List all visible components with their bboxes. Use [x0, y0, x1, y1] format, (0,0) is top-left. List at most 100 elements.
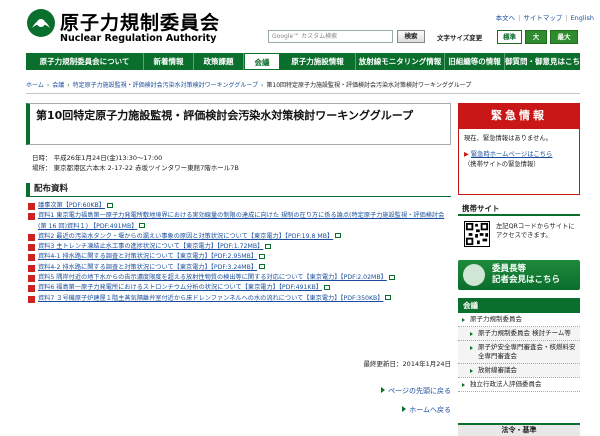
emergency-mobile-note: （携帯サイトの緊急情報） [464, 161, 540, 168]
pdf-icon [28, 295, 35, 303]
fontsize-large-button[interactable]: 大 [525, 30, 547, 44]
new-window-icon [259, 264, 266, 270]
doc-link[interactable]: 資料4-1 排水路に関する調査と対策状況について【東京電力】【PDF:2.95M… [38, 253, 257, 260]
new-window-icon [139, 223, 146, 229]
breadcrumb-home[interactable]: ホーム [26, 82, 44, 89]
back-to-home-link[interactable]: ホームへ戻る [402, 405, 451, 415]
pdf-icon [28, 254, 35, 262]
doc-link[interactable]: 議事次第【PDF:60KB】 [38, 202, 105, 209]
arrow-right-icon [381, 387, 386, 393]
nav-meetings[interactable]: 会議 [244, 53, 280, 70]
breadcrumb-current: 第10回特定原子力施設監視・評価検討会汚染水対策検討ワーキンググループ [266, 82, 472, 89]
banner-line-2: 記者会見はこちら [492, 275, 561, 285]
nav-news[interactable]: 新着情報 [144, 53, 194, 70]
new-window-icon [385, 295, 392, 301]
list-item: 資料2 最近の汚染水タンク・堰からの漏えい事象の原因と対策状況について【東京電力… [26, 232, 451, 242]
doc-link[interactable]: 資料3 主トレンチ凍結止水工事の進捗状況について【東京電力】【PDF:1.72M… [38, 243, 263, 250]
arrow-right-icon [402, 406, 407, 412]
list-item: 議事次第【PDF:60KB】 [26, 201, 451, 211]
pdf-icon [28, 275, 35, 283]
site-header: 原子力規制委員会 Nuclear Regulation Authority 本文… [0, 0, 600, 50]
laws-standards-title: 法令・基準 [458, 423, 580, 436]
menu-item-evaluation-committee[interactable]: 独立行政法人評価委員会 [458, 378, 580, 392]
back-to-top-link[interactable]: ページの先頭に戻る [381, 386, 451, 396]
main-content: 第10回特定原子力施設監視・評価検討会汚染水対策検討ワーキンググループ 日時： … [26, 103, 451, 414]
doc-link[interactable]: 資料5 隅岸付近の地下水からの告示濃度限度を超える放射性物質の検出等に関する対応… [38, 274, 387, 281]
nav-former-org[interactable]: 旧組織等の情報 [445, 53, 505, 70]
pdf-icon [28, 233, 35, 241]
breadcrumb-wg[interactable]: 特定原子力施設監視・評価検討会汚染水対策検討ワーキンググループ [73, 82, 258, 89]
emergency-title: 緊急情報 [458, 103, 580, 129]
list-item: 資料6 福島第一原子力発電所におけるストロンチウム分析の状況について【東京電力】… [26, 283, 451, 293]
new-window-icon [388, 274, 395, 280]
global-nav: 原子力規制委員会について 新着情報 政策課題 会議 原子力施設情報 放射線モニタ… [26, 53, 580, 70]
mobile-site-box: 左記QRコードからサイトにアクセスできます。 [458, 216, 580, 252]
new-window-icon [335, 233, 342, 239]
press-conference-banner[interactable]: 委員長等 記者会見はこちら [458, 260, 580, 290]
page-title: 第10回特定原子力施設監視・評価検討会汚染水対策検討ワーキンググループ [26, 103, 451, 145]
meetings-menu-title: 会議 [458, 298, 580, 313]
banner-line-1: 委員長等 [492, 264, 527, 274]
list-item: 資料4-1 排水路に関する調査と対策状況について【東京電力】【PDF:2.95M… [26, 252, 451, 262]
new-window-icon [106, 202, 113, 208]
menu-item-study-teams[interactable]: 原子力規制委員会 検討チーム等 [458, 327, 580, 341]
sidebar: 緊急情報 現在、緊急情報はありません。 ▶ 緊急時ホームページはこちら （携帯サ… [458, 103, 580, 392]
list-item: 資料3 主トレンチ凍結止水工事の進捗状況について【東京電力】【PDF:1.72M… [26, 242, 451, 252]
qr-code-icon [464, 221, 490, 247]
mobile-site-title: 携帯サイト [458, 203, 580, 216]
breadcrumb-meetings[interactable]: 会議 [52, 82, 64, 89]
document-list: 議事次第【PDF:60KB】 資料1 東京電力福島第一原子力発電所敷地境界におけ… [26, 201, 451, 304]
doc-link[interactable]: 資料7 ３号機原子炉建屋１階主蒸気隔離弁室付近から床ドレンファンネルへの水の流れ… [38, 295, 383, 302]
logo-title-en[interactable]: Nuclear Regulation Authority [60, 33, 216, 44]
nav-contact[interactable]: 御質問・御意見はこちらへ [505, 53, 580, 70]
list-item: 資料4-2 排水路に関する調査と対策状況について【東京電力】【PDF:3.24M… [26, 263, 451, 273]
top-links: 本文へ | サイトマップ | English [495, 14, 594, 22]
doc-link[interactable]: 資料1 東京電力福島第一原子力発電所敷地境界における実効線量の制限の達成に向けた… [38, 212, 444, 229]
new-window-icon [265, 243, 272, 249]
meeting-place: 場所： 東京都港区六本木 2-17-22 赤坂ツインタワー東館7階ホール7B [32, 164, 239, 172]
emergency-link-row: ▶ 緊急時ホームページはこちら [464, 150, 574, 160]
nav-policy[interactable]: 政策課題 [194, 53, 244, 70]
link-skip-to-content[interactable]: 本文へ [496, 14, 516, 22]
doc-link[interactable]: 資料2 最近の汚染水タンク・堰からの漏えい事象の原因と対策状況について【東京電力… [38, 233, 333, 240]
emergency-box: 現在、緊急情報はありません。 ▶ 緊急時ホームページはこちら （携帯サイトの緊急… [458, 129, 580, 195]
chairman-photo-icon [463, 264, 485, 286]
logo-title-jp[interactable]: 原子力規制委員会 [60, 8, 220, 35]
list-item: 資料1 東京電力福島第一原子力発電所敷地境界における実効線量の制限の達成に向けた… [26, 211, 451, 232]
menu-item-reactor-safety-council[interactable]: 原子炉安全専門審査会・核燃料安全専門審査会 [458, 341, 580, 364]
breadcrumb-divider [26, 93, 580, 94]
menu-item-radiation-council[interactable]: 放射線審議会 [458, 364, 580, 378]
arrow-right-icon: ▶ [464, 151, 469, 158]
new-window-icon [259, 253, 266, 259]
link-english[interactable]: English [571, 14, 594, 22]
search-input[interactable]: Google™ カスタム検索 [268, 30, 393, 43]
list-item: 資料7 ３号機原子炉建屋１階主蒸気隔離弁室付近から床ドレンファンネルへの水の流れ… [26, 294, 451, 304]
last-updated: 最終更新日：2014年1月24日 [363, 360, 451, 368]
link-sitemap[interactable]: サイトマップ [523, 14, 562, 22]
doc-link[interactable]: 資料4-2 排水路に関する調査と対策状況について【東京電力】【PDF:3.24M… [38, 264, 257, 271]
breadcrumb: ホーム › 会議 › 特定原子力施設監視・評価検討会汚染水対策検討ワーキンググループ › 第… [26, 82, 472, 89]
list-item: 資料5 隅岸付近の地下水からの告示濃度限度を超える放射性物質の検出等に関する対応… [26, 273, 451, 283]
fontsize-label: 文字サイズ変更 [437, 34, 483, 42]
pdf-icon [28, 244, 35, 252]
pdf-icon [28, 203, 35, 210]
emergency-homepage-link[interactable]: 緊急時ホームページはこちら [471, 151, 553, 158]
new-window-icon [323, 284, 330, 290]
pdf-icon [28, 264, 35, 272]
section-title: 配布資料 [26, 183, 451, 197]
pdf-icon [28, 213, 35, 221]
pdf-icon [28, 285, 35, 293]
meeting-date: 日時： 平成26年1月24日(金)13:30～17:00 [32, 154, 163, 162]
search-button[interactable]: 検索 [397, 30, 425, 43]
mobile-site-text: 左記QRコードからサイトにアクセスできます。 [496, 223, 575, 239]
doc-link[interactable]: 資料6 福島第一原子力発電所におけるストロンチウム分析の状況について【東京電力】… [38, 284, 322, 291]
nra-logo-icon[interactable] [26, 8, 56, 38]
menu-item-nra[interactable]: 原子力規制委員会 [458, 313, 580, 327]
fontsize-normal-button[interactable]: 標準 [497, 30, 522, 44]
nav-monitoring[interactable]: 放射線モニタリング情報 [356, 53, 445, 70]
emergency-text: 現在、緊急情報はありません。 [464, 135, 552, 142]
nav-facilities[interactable]: 原子力施設情報 [280, 53, 356, 70]
nav-about[interactable]: 原子力規制委員会について [26, 53, 144, 70]
fontsize-max-button[interactable]: 最大 [550, 30, 578, 44]
meeting-meta: 日時： 平成26年1月24日(金)13:30～17:00 場所： 東京都港区六本… [32, 153, 451, 173]
